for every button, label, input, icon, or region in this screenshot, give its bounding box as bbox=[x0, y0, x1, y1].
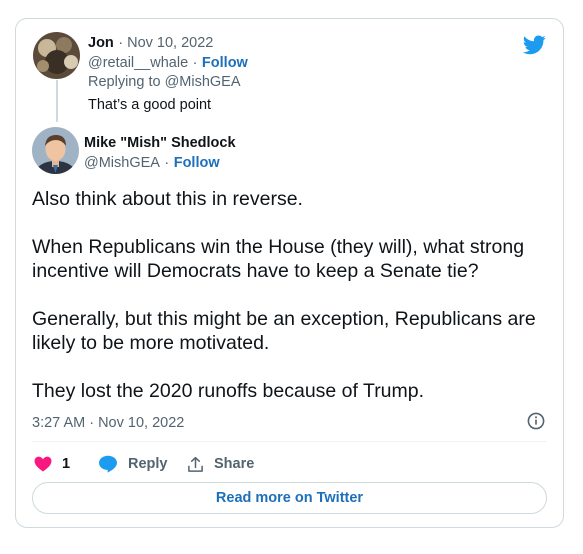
reply-label: Reply bbox=[128, 456, 168, 472]
twitter-bird-icon[interactable] bbox=[522, 35, 546, 55]
replying-to[interactable]: Replying to @MishGEA bbox=[88, 74, 241, 90]
avatar-jon[interactable] bbox=[33, 32, 80, 79]
separator: · bbox=[164, 155, 170, 171]
share-upload-icon bbox=[188, 456, 203, 472]
author-name[interactable]: Jon bbox=[88, 35, 114, 51]
embedded-tweet-card: Jon · Nov 10, 2022 @retail__whale · Foll… bbox=[15, 18, 564, 528]
reply-button[interactable]: Reply bbox=[98, 453, 168, 475]
tweet-timestamp[interactable]: 3:27 AM · Nov 10, 2022 bbox=[32, 415, 184, 431]
reply-tweet-text: That’s a good point bbox=[88, 97, 212, 113]
tweet-paragraph: Also think about this in reverse. bbox=[32, 188, 303, 210]
heart-icon bbox=[34, 456, 52, 472]
tweet-paragraph: When Republicans win the House (they wil… bbox=[32, 236, 525, 282]
share-label: Share bbox=[214, 456, 255, 472]
tweet-paragraph: They lost the 2020 runoffs because of Tr… bbox=[32, 380, 425, 402]
main-tweet-handle-row: @MishGEA · Follow bbox=[84, 154, 220, 172]
follow-button[interactable]: Follow bbox=[202, 55, 248, 71]
tweet-body: Also think about this in reverse. When R… bbox=[32, 187, 552, 403]
tweet-paragraph: Generally, but this might be an exceptio… bbox=[32, 308, 536, 354]
info-icon[interactable] bbox=[527, 412, 545, 430]
read-more-label: Read more on Twitter bbox=[215, 490, 364, 506]
like-count: 1 bbox=[62, 456, 71, 472]
share-button[interactable]: Share bbox=[187, 453, 254, 475]
divider bbox=[32, 441, 547, 442]
reply-tweet-header: Jon · Nov 10, 2022 bbox=[88, 34, 213, 52]
reply-tweet-handle-row: @retail__whale · Follow bbox=[88, 54, 248, 72]
speech-bubble-icon bbox=[99, 455, 117, 473]
avatar-mish[interactable] bbox=[32, 127, 79, 174]
separator: · bbox=[192, 55, 198, 71]
author-handle[interactable]: @retail__whale bbox=[88, 55, 188, 71]
main-tweet-header: Mike "Mish" Shedlock bbox=[84, 134, 236, 152]
follow-button[interactable]: Follow bbox=[174, 155, 220, 171]
like-button[interactable]: 1 bbox=[34, 453, 70, 475]
read-more-button[interactable]: Read more on Twitter bbox=[32, 482, 547, 514]
tweet-date[interactable]: · Nov 10, 2022 bbox=[118, 35, 213, 51]
thread-connector-line bbox=[56, 80, 58, 122]
author-name[interactable]: Mike "Mish" Shedlock bbox=[84, 135, 236, 151]
author-handle[interactable]: @MishGEA bbox=[84, 155, 160, 171]
